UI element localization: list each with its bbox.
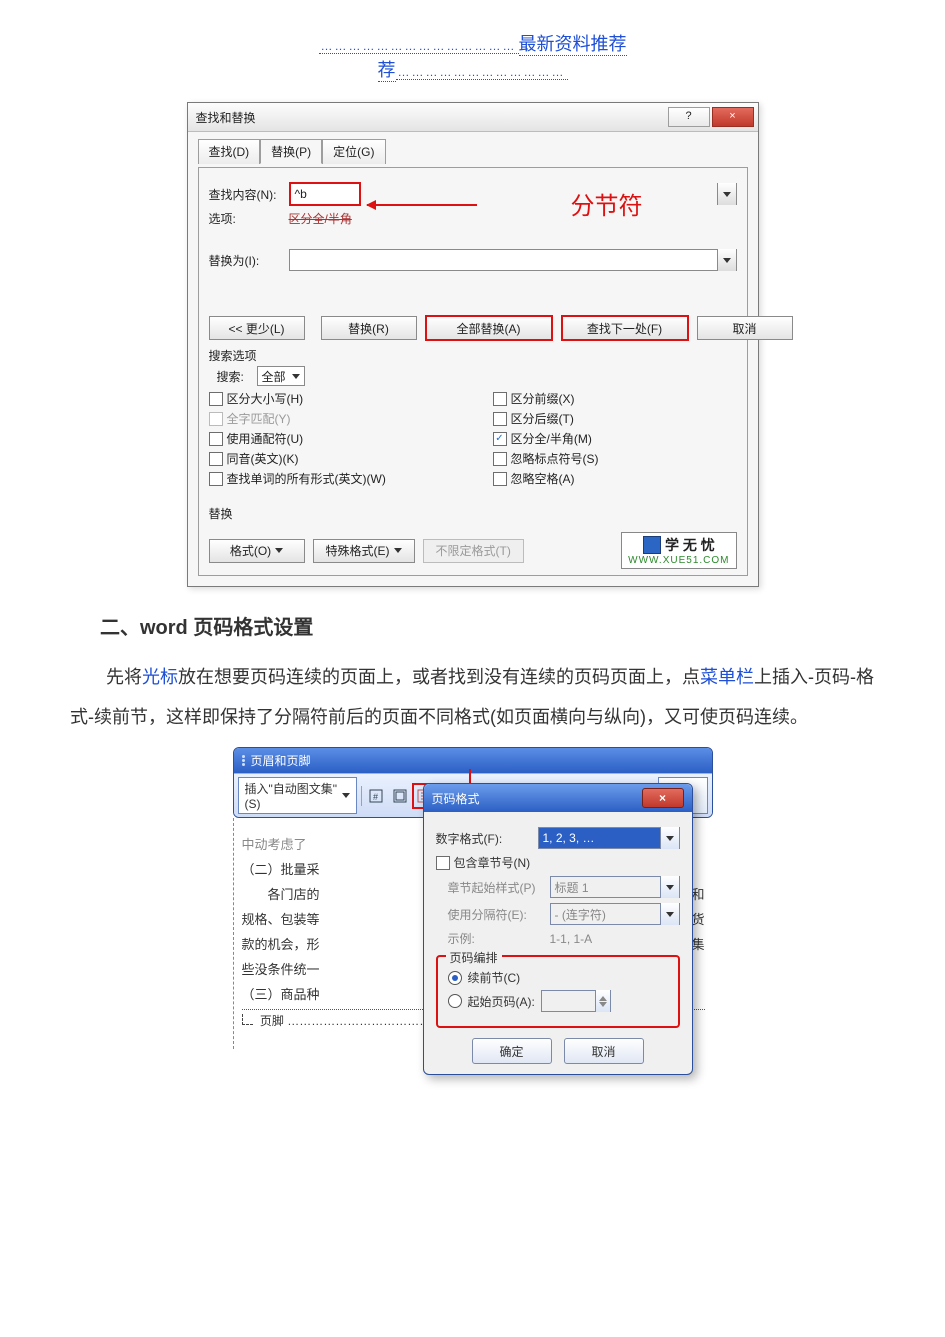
annotation-label: 分节符 xyxy=(571,186,643,221)
dlg2-titlebar[interactable]: 页码格式 × xyxy=(424,784,692,812)
chevron-down-icon xyxy=(666,885,674,890)
radio-dot-icon xyxy=(448,971,462,985)
find-content-label: 查找内容(N): xyxy=(209,186,289,203)
chk-all-forms[interactable]: 查找单词的所有形式(英文)(W) xyxy=(209,470,453,487)
cancel-button[interactable]: 取消 xyxy=(564,1038,644,1064)
chk-match-suffix[interactable]: 区分后缀(T) xyxy=(493,410,574,427)
number-format-label: 数字格式(F): xyxy=(436,830,532,847)
number-format-select[interactable]: 1, 2, 3, … xyxy=(538,827,680,849)
find-dropdown[interactable] xyxy=(717,183,737,205)
section-heading: 二、word 页码格式设置 xyxy=(100,611,885,640)
replace-dropdown[interactable] xyxy=(717,249,736,271)
top-recommend-anchor[interactable]: 最新资料推荐 xyxy=(519,34,627,56)
ok-button[interactable]: 确定 xyxy=(472,1038,552,1064)
find-content-value: ^b xyxy=(295,187,307,201)
grip-icon xyxy=(242,755,245,766)
chk-match-case[interactable]: 区分大小写(H) xyxy=(209,390,453,407)
special-format-button[interactable]: 特殊格式(E) xyxy=(313,539,415,563)
search-options-title: 搜索选项 xyxy=(209,347,737,364)
help-button[interactable]: ? xyxy=(668,107,710,127)
find-content-input[interactable]: ^b xyxy=(289,182,361,206)
radio-continue[interactable]: 续前节(C) xyxy=(448,969,668,986)
options-value: 区分全/半角 xyxy=(289,210,352,227)
tab-find[interactable]: 查找(D) xyxy=(198,139,261,164)
example-label: 示例: xyxy=(436,930,544,947)
dialog-title: 查找和替换 xyxy=(196,109,666,126)
chk-full-half[interactable]: 区分全/半角(M) xyxy=(493,430,592,447)
no-format-button: 不限定格式(T) xyxy=(423,539,524,563)
chk-match-prefix[interactable]: 区分前缀(X) xyxy=(493,390,575,407)
less-button[interactable]: << 更少(L) xyxy=(209,316,305,340)
radio-dot-icon xyxy=(448,994,462,1008)
top-recommend-link: ……………………………………最新资料推荐 荐……………………………… xyxy=(60,30,885,82)
search-options-left: 区分大小写(H) 全字匹配(Y) 使用通配符(U) 同音(英文)(K) 查找单词… xyxy=(209,390,453,487)
find-replace-dialog: 查找和替换 ? × 查找(D) 替换(P) 定位(G) 查找内容(N): ^b … xyxy=(187,102,759,587)
chapter-style-select: 标题 1 xyxy=(550,876,680,898)
chevron-down-icon xyxy=(292,374,300,379)
toolbar-titlebar[interactable]: 页眉和页脚 xyxy=(234,748,712,773)
chevron-down-icon xyxy=(342,793,350,798)
dlg2-close-button[interactable]: × xyxy=(642,788,684,808)
body-paragraph: 先将光标放在想要页码连续的页面上，或者找到没有连续的页码页面上，点菜单栏上插入-… xyxy=(70,658,875,737)
find-next-button[interactable]: 查找下一处(F) xyxy=(561,315,689,341)
footer-corner-icon xyxy=(242,1014,253,1025)
format-button[interactable]: 格式(O) xyxy=(209,539,305,563)
replace-button[interactable]: 替换(R) xyxy=(321,316,417,340)
dialog-tabs: 查找(D) 替换(P) 定位(G) xyxy=(198,138,748,163)
search-dir-select[interactable]: 全部 xyxy=(257,366,305,386)
page-numbering-group: 页码编排 续前节(C) 起始页码(A): xyxy=(436,955,680,1028)
link-dots-right: ……………………………… xyxy=(396,65,568,80)
chk-sounds-like[interactable]: 同音(英文)(K) xyxy=(209,450,453,467)
start-at-input xyxy=(541,990,611,1012)
tab-replace[interactable]: 替换(P) xyxy=(260,139,322,164)
autotext-button[interactable]: 插入"自动图文集"(S) xyxy=(238,777,357,814)
example-value: 1-1, 1-A xyxy=(550,932,593,946)
replace-with-input[interactable] xyxy=(289,249,737,271)
chevron-down-icon xyxy=(666,912,674,917)
replace-with-label: 替换为(I): xyxy=(209,252,289,269)
link-menubar[interactable]: 菜单栏 xyxy=(700,667,754,687)
chk-ignore-punct[interactable]: 忽略标点符号(S) xyxy=(493,450,599,467)
chk-ignore-space[interactable]: 忽略空格(A) xyxy=(493,470,575,487)
replace-all-button[interactable]: 全部替换(A) xyxy=(425,315,553,341)
search-options-right: 区分前缀(X) 区分后缀(T) 区分全/半角(M) 忽略标点符号(S) 忽略空格… xyxy=(493,390,737,487)
separator-select: - (连字符) xyxy=(550,903,680,925)
watermark-logo-icon xyxy=(643,536,661,554)
annotation-arrow xyxy=(367,204,477,206)
cancel-button[interactable]: 取消 xyxy=(697,316,793,340)
watermark-xuewuyou: 学 无 忧 WWW.XUE51.COM xyxy=(621,532,736,569)
dlg2-title: 页码格式 xyxy=(432,790,642,807)
link-cursor[interactable]: 光标 xyxy=(142,667,178,687)
replace-section-label: 替换 xyxy=(209,505,737,522)
insert-page-number-icon[interactable]: # xyxy=(366,784,387,808)
search-dir-value: 全部 xyxy=(262,368,286,385)
insert-num-pages-icon[interactable] xyxy=(389,784,410,808)
chk-whole-word[interactable]: 全字匹配(Y) xyxy=(209,410,453,427)
close-button[interactable]: × xyxy=(712,107,754,127)
chevron-down-icon xyxy=(723,192,731,197)
chevron-down-icon xyxy=(666,836,674,841)
header-footer-composite: 页眉和页脚 插入"自动图文集"(S) # xyxy=(233,747,713,1049)
svg-text:#: # xyxy=(373,792,378,802)
chapter-style-label: 章节起始样式(P) xyxy=(436,879,544,896)
radio-start-at[interactable]: 起始页码(A): xyxy=(448,990,668,1012)
tab-goto[interactable]: 定位(G) xyxy=(322,139,385,164)
page-number-format-dialog: 页码格式 × 数字格式(F): 1, 2, 3, … 包含章节号(N) 章节起始… xyxy=(423,783,693,1075)
chk-wildcards[interactable]: 使用通配符(U) xyxy=(209,430,453,447)
group-title: 页码编排 xyxy=(446,949,502,966)
include-chapter-checkbox[interactable]: 包含章节号(N) xyxy=(436,854,680,871)
separator-label: 使用分隔符(E): xyxy=(436,906,544,923)
search-dir-label: 搜索: xyxy=(217,368,257,385)
top-recommend-anchor-tail[interactable]: 荐 xyxy=(378,60,396,82)
dialog-titlebar[interactable]: 查找和替换 ? × xyxy=(188,103,758,132)
link-dots-left: …………………………………… xyxy=(319,39,519,54)
options-label: 选项: xyxy=(209,210,289,227)
chevron-down-icon xyxy=(723,258,731,263)
toolbar-title: 页眉和页脚 xyxy=(251,752,311,769)
